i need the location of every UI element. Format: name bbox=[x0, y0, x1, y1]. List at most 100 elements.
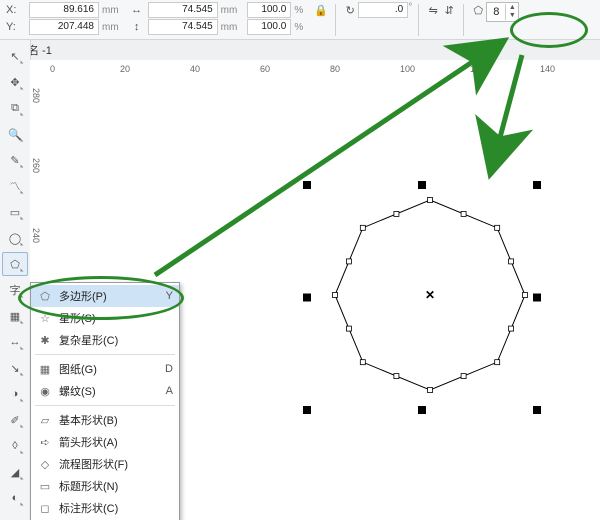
flowchart-shapes-icon: ◇ bbox=[37, 458, 53, 471]
menu-item-basic-shapes[interactable]: ▱ 基本形状(B) bbox=[31, 409, 179, 431]
star-icon: ☆ bbox=[37, 312, 53, 325]
fill-tool[interactable]: ◢ bbox=[2, 460, 28, 484]
freehand-tool[interactable]: ✎ bbox=[2, 148, 28, 172]
menu-item-shortcut: A bbox=[159, 385, 173, 397]
connector-tool[interactable]: ↘ bbox=[2, 356, 28, 380]
ruler-tick: 120 bbox=[470, 64, 485, 74]
width-value[interactable]: 74.545 bbox=[148, 2, 218, 18]
arrow-shapes-icon: ➪ bbox=[37, 436, 53, 449]
basic-shapes-icon: ▱ bbox=[37, 414, 53, 427]
menu-item-label: 流程图形状(F) bbox=[59, 456, 153, 472]
dimension-tool[interactable]: ↔ bbox=[2, 330, 28, 354]
menu-item-arrow-shapes[interactable]: ➪ 箭头形状(A) bbox=[31, 431, 179, 453]
property-bar: X: 89.616 mm Y: 207.448 mm ↔ 74.545 mm ↕… bbox=[0, 0, 600, 40]
pick-tool[interactable]: ↖ bbox=[2, 44, 28, 68]
polygon-icon: ⬠ bbox=[37, 290, 53, 303]
ruler-tick: 40 bbox=[190, 64, 200, 74]
separator bbox=[335, 4, 336, 36]
menu-item-label: 多边形(P) bbox=[59, 288, 153, 304]
polygon-flyout-menu: ⬠ 多边形(P) Y ☆ 星形(S) ✱ 复杂星形(C) ▦ 图纸(G) D ◉ 螺纹(S) A ▱ 基本形… bbox=[30, 282, 180, 520]
separator bbox=[463, 4, 464, 36]
menu-item-shortcut: Y bbox=[159, 290, 173, 302]
ruler-tick: 240 bbox=[31, 228, 41, 243]
zoom-tool[interactable]: 🔍 bbox=[2, 122, 28, 146]
shape-tool[interactable]: ✥ bbox=[2, 70, 28, 94]
menu-item-label: 星形(S) bbox=[59, 310, 153, 326]
menu-item-label: 复杂星形(C) bbox=[59, 332, 153, 348]
menu-item-complex-star[interactable]: ✱ 复杂星形(C) bbox=[31, 329, 179, 351]
x-value[interactable]: 89.616 bbox=[29, 2, 99, 18]
separator bbox=[418, 4, 419, 36]
polygon-tool[interactable]: ⬠ bbox=[2, 252, 28, 276]
ruler-tick: 100 bbox=[400, 64, 415, 74]
width-icon: ↔ bbox=[129, 2, 145, 18]
mirror-v-icon[interactable]: ⇵ bbox=[441, 2, 457, 18]
polygon-sides-value[interactable]: 8 bbox=[487, 6, 505, 18]
menu-divider bbox=[35, 405, 175, 406]
menu-item-label: 标题形状(N) bbox=[59, 478, 153, 494]
rectangle-tool[interactable]: ▭ bbox=[2, 200, 28, 224]
menu-item-label: 螺纹(S) bbox=[59, 383, 153, 399]
menu-item-callout-shapes[interactable]: ◻ 标注形状(C) bbox=[31, 497, 179, 519]
polygon-sides-spinner[interactable]: 8 ▲▼ bbox=[486, 2, 519, 22]
polygon-sides-icon: ⬠ bbox=[470, 2, 486, 18]
menu-item-flowchart-shapes[interactable]: ◇ 流程图形状(F) bbox=[31, 453, 179, 475]
ruler-tick: 60 bbox=[260, 64, 270, 74]
eyedropper-tool[interactable]: ✐ bbox=[2, 408, 28, 432]
interactive-fill-tool[interactable]: ◐ bbox=[2, 486, 28, 510]
spiral-icon: ◉ bbox=[37, 385, 53, 398]
lock-ratio-icon[interactable]: 🔒 bbox=[313, 2, 329, 18]
menu-item-spiral[interactable]: ◉ 螺纹(S) A bbox=[31, 380, 179, 402]
menu-item-label: 标注形状(C) bbox=[59, 500, 153, 516]
ruler-tick: 0 bbox=[50, 64, 55, 74]
x-unit: mm bbox=[102, 5, 119, 16]
height-value[interactable]: 74.545 bbox=[148, 19, 218, 35]
crop-tool[interactable]: ⧉ bbox=[2, 96, 28, 120]
y-label: Y: bbox=[6, 21, 26, 33]
menu-item-graph-paper[interactable]: ▦ 图纸(G) D bbox=[31, 358, 179, 380]
menu-item-star[interactable]: ☆ 星形(S) bbox=[31, 307, 179, 329]
menu-item-label: 图纸(G) bbox=[59, 361, 153, 377]
mirror-h-icon[interactable]: ⇋ bbox=[425, 2, 441, 18]
x-label: X: bbox=[6, 4, 26, 16]
scale-x-value[interactable]: 100.0 bbox=[247, 2, 291, 18]
ellipse-tool[interactable]: ◯ bbox=[2, 226, 28, 250]
text-tool[interactable]: 字 bbox=[2, 278, 28, 302]
height-icon: ↕ bbox=[129, 19, 145, 35]
ruler-tick: 80 bbox=[330, 64, 340, 74]
smart-draw-tool[interactable]: 〽 bbox=[2, 174, 28, 198]
h-unit: mm bbox=[221, 22, 238, 33]
menu-item-label: 箭头形状(A) bbox=[59, 434, 153, 450]
effects-tool[interactable]: ◑ bbox=[2, 382, 28, 406]
graph-paper-icon: ▦ bbox=[37, 363, 53, 376]
menu-item-polygon[interactable]: ⬠ 多边形(P) Y bbox=[31, 285, 179, 307]
menu-item-label: 基本形状(B) bbox=[59, 412, 153, 428]
rotation-value[interactable]: .0 bbox=[358, 2, 408, 18]
ruler-tick: 280 bbox=[31, 88, 41, 103]
scale-y-value[interactable]: 100.0 bbox=[247, 19, 291, 35]
sy-unit: % bbox=[294, 22, 303, 33]
sx-unit: % bbox=[294, 5, 303, 16]
complex-star-icon: ✱ bbox=[37, 334, 53, 347]
ruler-tick: 260 bbox=[31, 158, 41, 173]
outline-tool[interactable]: ◊ bbox=[2, 434, 28, 458]
table-tool[interactable]: ▦ bbox=[2, 304, 28, 328]
callout-shapes-icon: ◻ bbox=[37, 502, 53, 515]
toolbox: ↖✥⧉🔍✎〽▭◯⬠字▦↔↘◑✐◊◢◐ bbox=[0, 40, 31, 520]
y-unit: mm bbox=[102, 22, 119, 33]
document-title-bar: 未命名 -1 bbox=[0, 40, 600, 61]
y-value[interactable]: 207.448 bbox=[29, 19, 99, 35]
ruler-tick: 140 bbox=[540, 64, 555, 74]
spin-up[interactable]: ▲ bbox=[506, 4, 518, 12]
menu-item-shortcut: D bbox=[159, 363, 173, 375]
menu-divider bbox=[35, 354, 175, 355]
rot-unit: ° bbox=[408, 2, 412, 13]
menu-item-banner-shapes[interactable]: ▭ 标题形状(N) bbox=[31, 475, 179, 497]
ruler-tick: 20 bbox=[120, 64, 130, 74]
spin-down[interactable]: ▼ bbox=[506, 12, 518, 20]
svg-text:✕: ✕ bbox=[425, 288, 435, 302]
rotate-icon: ↻ bbox=[342, 2, 358, 18]
banner-shapes-icon: ▭ bbox=[37, 480, 53, 493]
w-unit: mm bbox=[221, 5, 238, 16]
horizontal-ruler: 0 20 40 60 80 100 120 140 bbox=[30, 60, 600, 81]
